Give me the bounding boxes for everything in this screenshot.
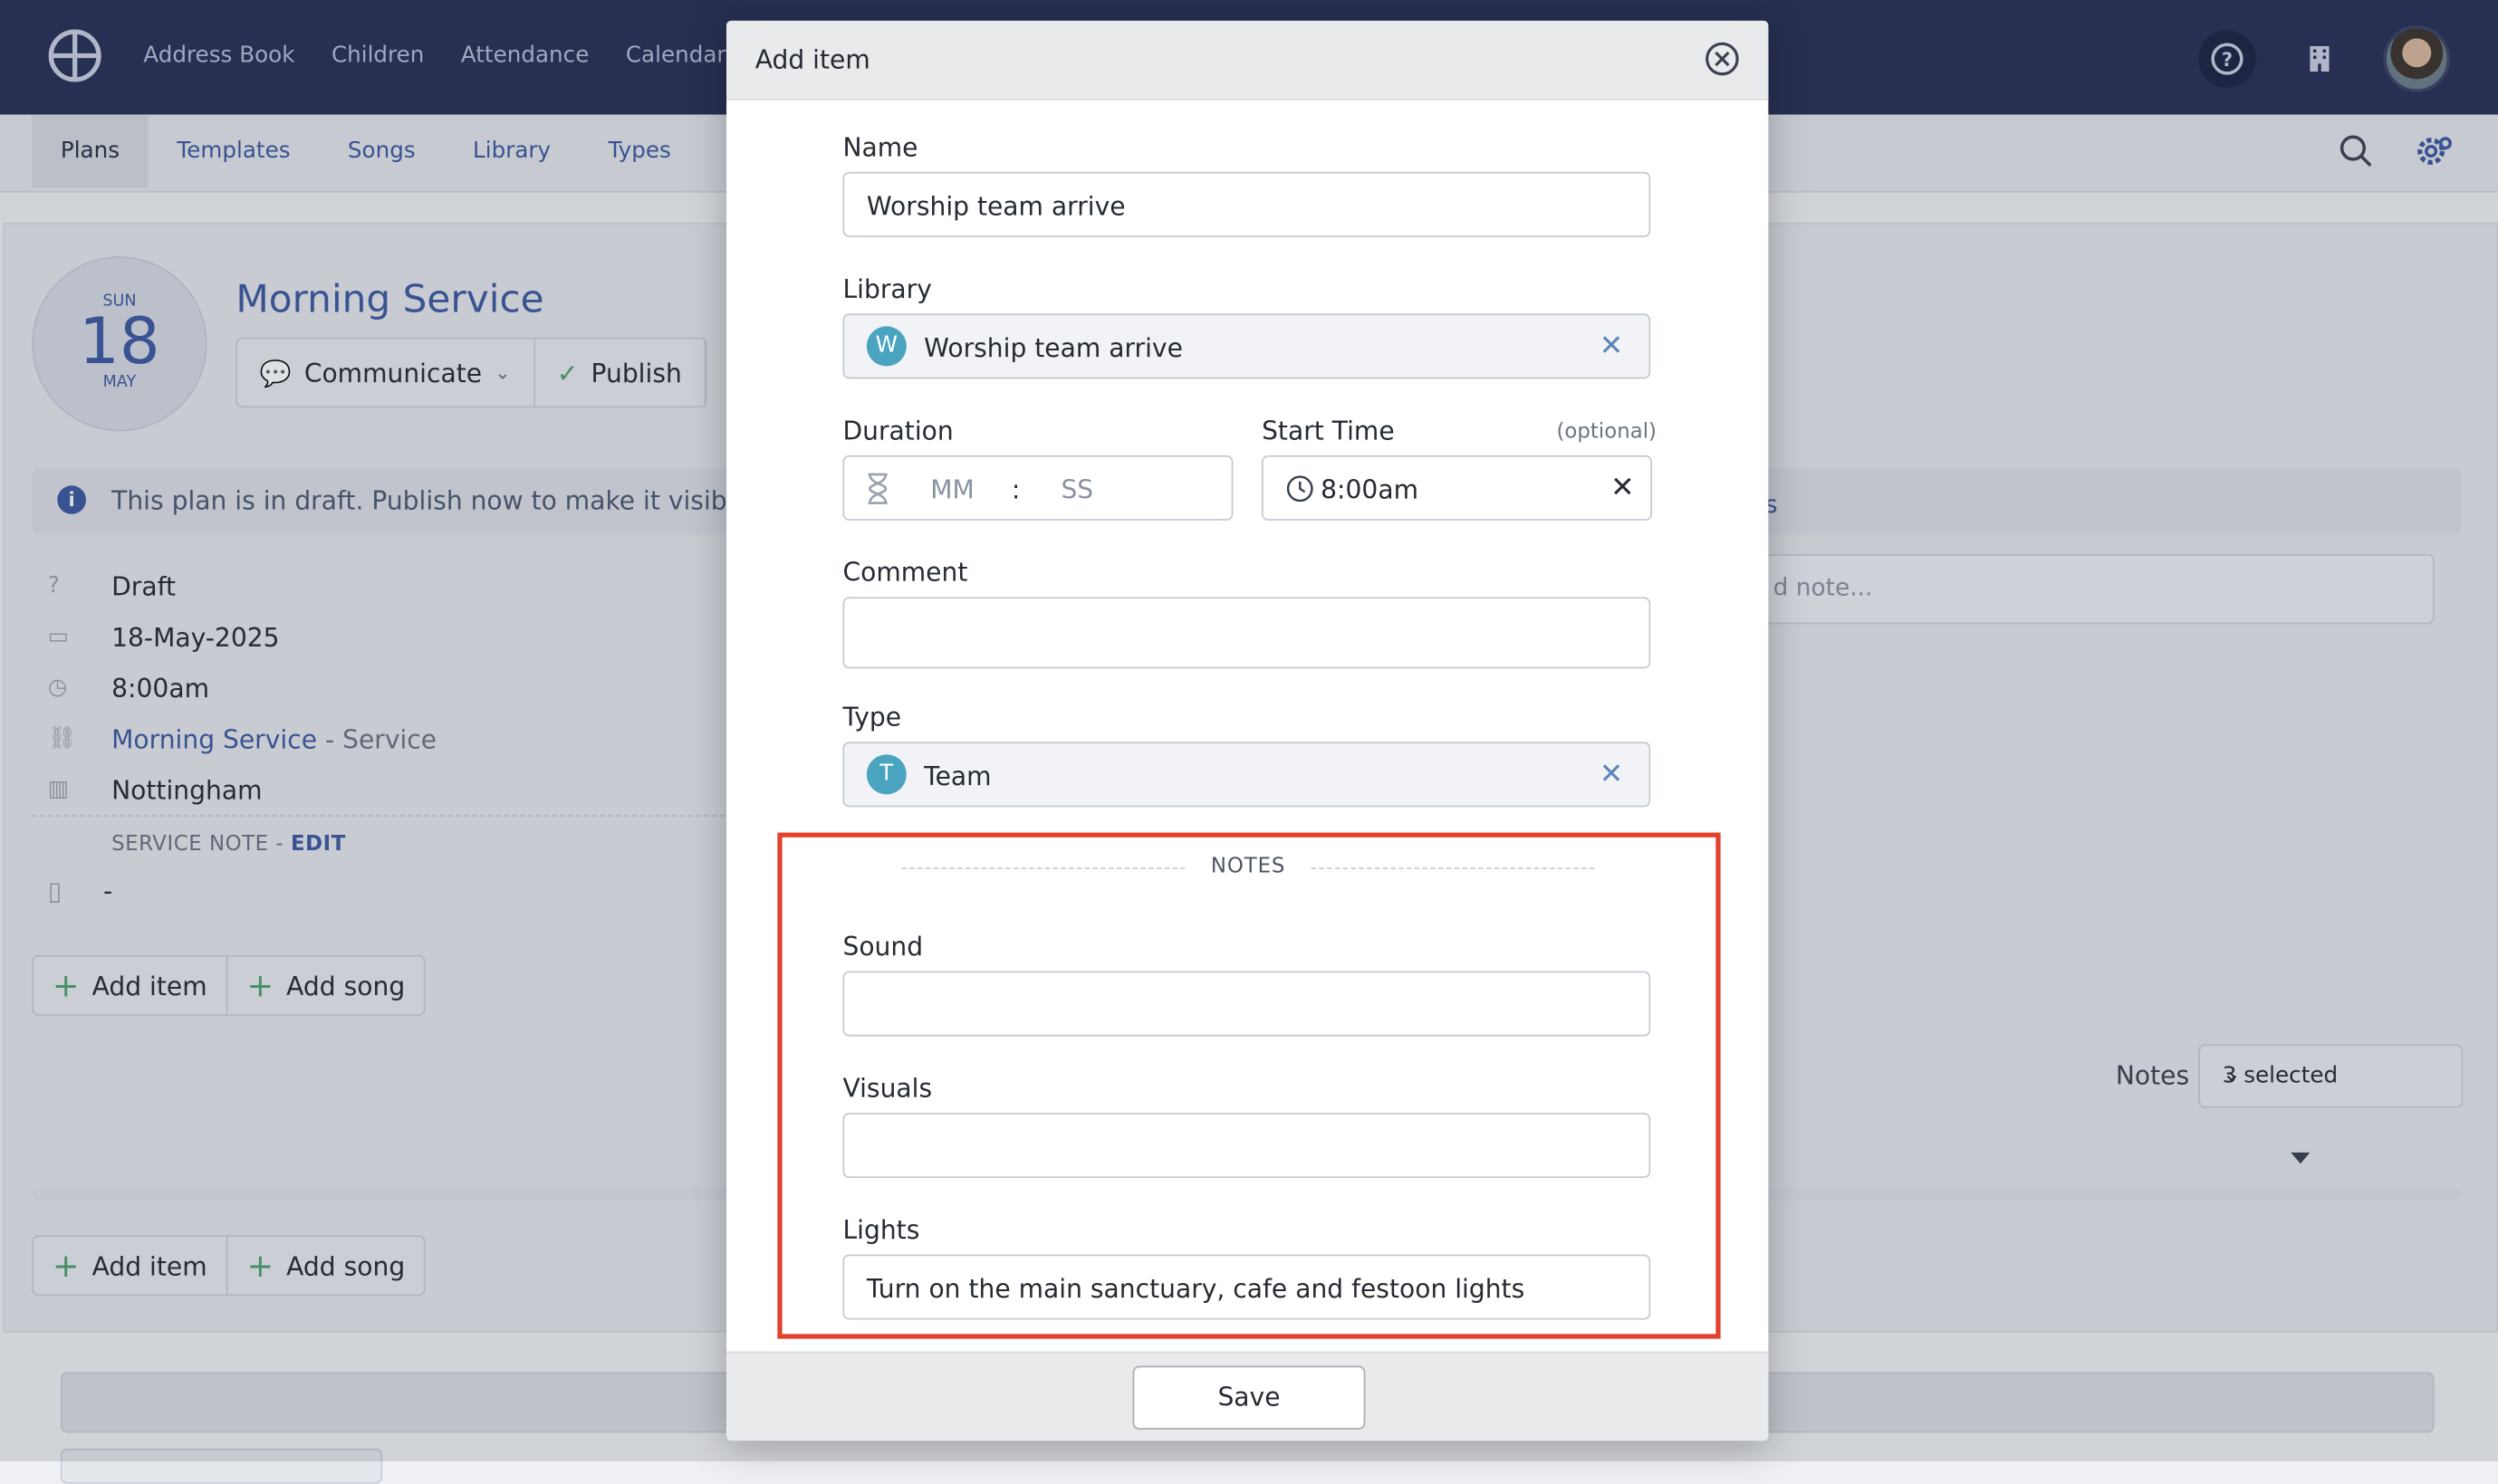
start-time-optional: (optional) — [1556, 420, 1657, 445]
comment-textarea[interactable] — [842, 597, 1651, 669]
hourglass-icon — [868, 473, 888, 504]
type-select[interactable]: T Team ✕ — [842, 742, 1651, 808]
duration-minutes[interactable]: MM — [930, 474, 975, 504]
library-select[interactable]: W Worship team arrive ✕ — [842, 313, 1651, 379]
notes-highlight-box — [777, 832, 1721, 1339]
clear-type-icon[interactable]: ✕ — [1600, 758, 1624, 791]
type-label: Type — [842, 702, 902, 732]
duration-seconds[interactable]: SS — [1061, 474, 1093, 504]
type-chip: T — [866, 754, 907, 795]
modal-header: Add item — [726, 20, 1769, 101]
library-chip: W — [866, 326, 907, 367]
clear-time-icon[interactable]: ✕ — [1610, 471, 1635, 504]
clock-icon — [1286, 475, 1313, 503]
duration-label: Duration — [842, 415, 954, 446]
start-time-field[interactable]: 8:00am ✕ — [1262, 455, 1652, 521]
comment-label: Comment — [842, 557, 968, 588]
name-field[interactable]: Worship team arrive — [842, 171, 1651, 237]
app-root: Address Book Children Attendance Calenda… — [0, 0, 2498, 1484]
library-label: Library — [842, 273, 932, 304]
start-time-label: Start Time — [1262, 415, 1395, 446]
name-label: Name — [842, 131, 918, 163]
clear-library-icon[interactable]: ✕ — [1600, 330, 1624, 363]
duration-field[interactable]: MM : SS — [842, 455, 1234, 521]
modal-footer: Save — [726, 1351, 1769, 1441]
save-button[interactable]: Save — [1132, 1365, 1366, 1430]
close-icon[interactable] — [1705, 42, 1740, 77]
modal-title: Add item — [754, 44, 870, 75]
